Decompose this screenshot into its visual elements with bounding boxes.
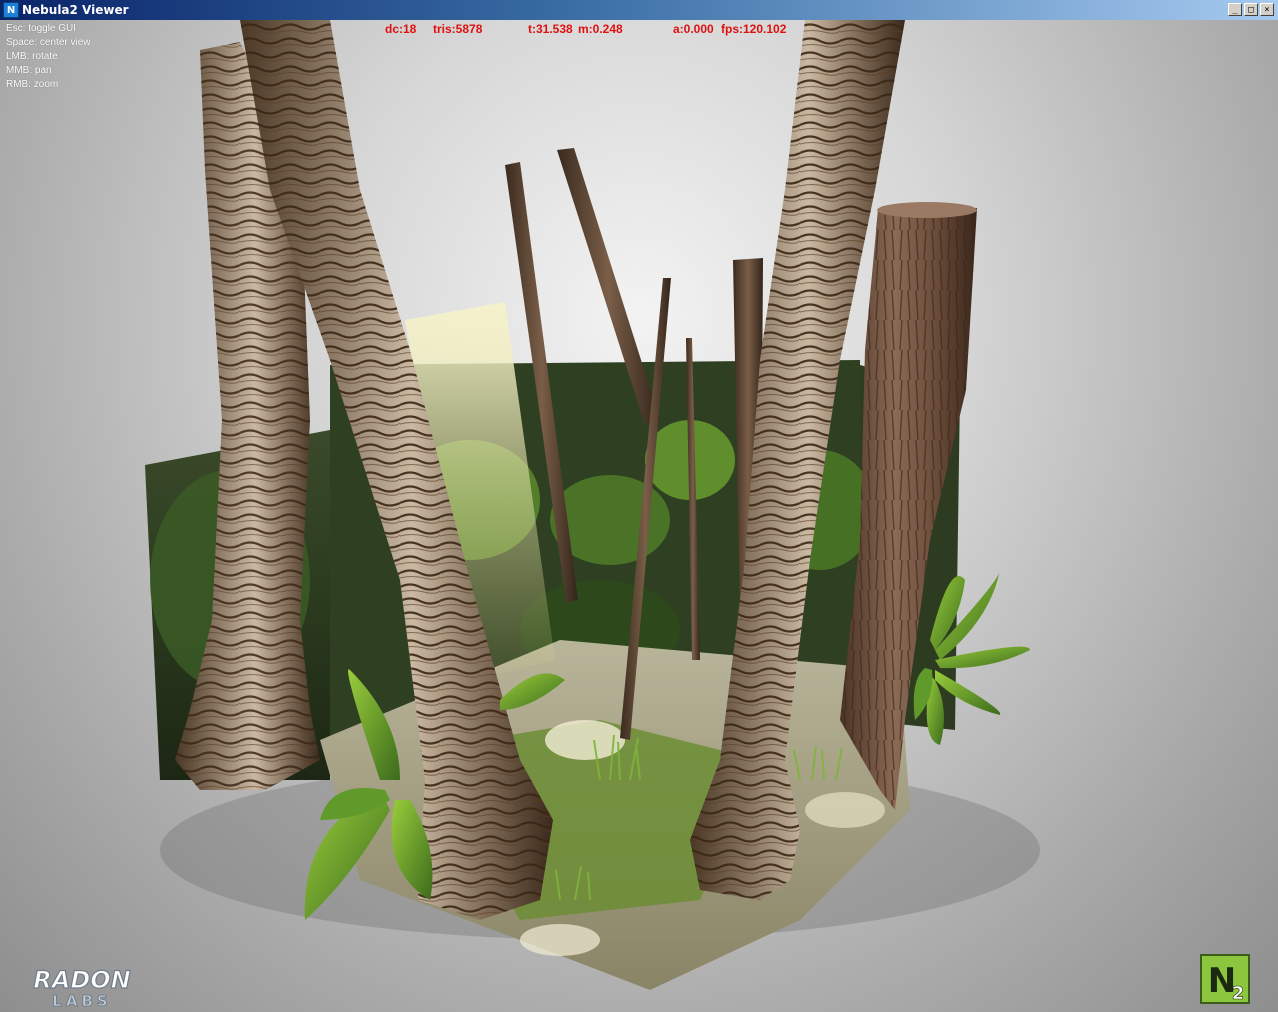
n2-logo-number: 2 (1232, 983, 1245, 1004)
stat-triangles: tris:5878 (433, 22, 483, 36)
stat-memory: m:0.248 (578, 22, 623, 36)
radon-labs-logo: RADON LABS (33, 965, 132, 1008)
stat-a: a:0.000 (673, 22, 714, 36)
help-line-center-view: Space: center view (6, 37, 91, 48)
help-overlay: Esc: toggle GUI Space: center view LMB: … (6, 22, 91, 92)
stat-draw-calls: dc:18 (385, 22, 417, 36)
labs-logo-text: LABS (52, 992, 111, 1008)
nebula2-logo: N 2 (1200, 954, 1250, 1004)
jungle-scene-render[interactable] (0, 20, 1278, 1012)
help-line-toggle-gui: Esc: toggle GUI (6, 23, 77, 34)
stat-time: t:31.538 (528, 22, 573, 36)
maximize-button[interactable]: □ (1244, 3, 1258, 16)
help-line-pan: MMB: pan (6, 65, 52, 76)
help-line-rotate: LMB: rotate (6, 51, 58, 62)
close-button[interactable]: × (1260, 3, 1274, 16)
radon-logo-text: RADON (33, 966, 130, 994)
minimize-button[interactable]: _ (1228, 3, 1242, 16)
help-line-zoom: RMB: zoom (6, 79, 59, 90)
viewer-window: N Nebula2 Viewer _ □ × Esc: toggle GUI S… (0, 0, 1278, 1012)
stat-fps: fps:120.102 (721, 22, 787, 36)
title-bar[interactable]: N Nebula2 Viewer _ □ × (0, 0, 1278, 20)
window-controls: _ □ × (1228, 3, 1274, 16)
3d-viewport[interactable]: Esc: toggle GUI Space: center view LMB: … (0, 20, 1278, 1012)
window-title: Nebula2 Viewer (22, 3, 129, 17)
nebula2-app-icon[interactable]: N (3, 2, 19, 18)
